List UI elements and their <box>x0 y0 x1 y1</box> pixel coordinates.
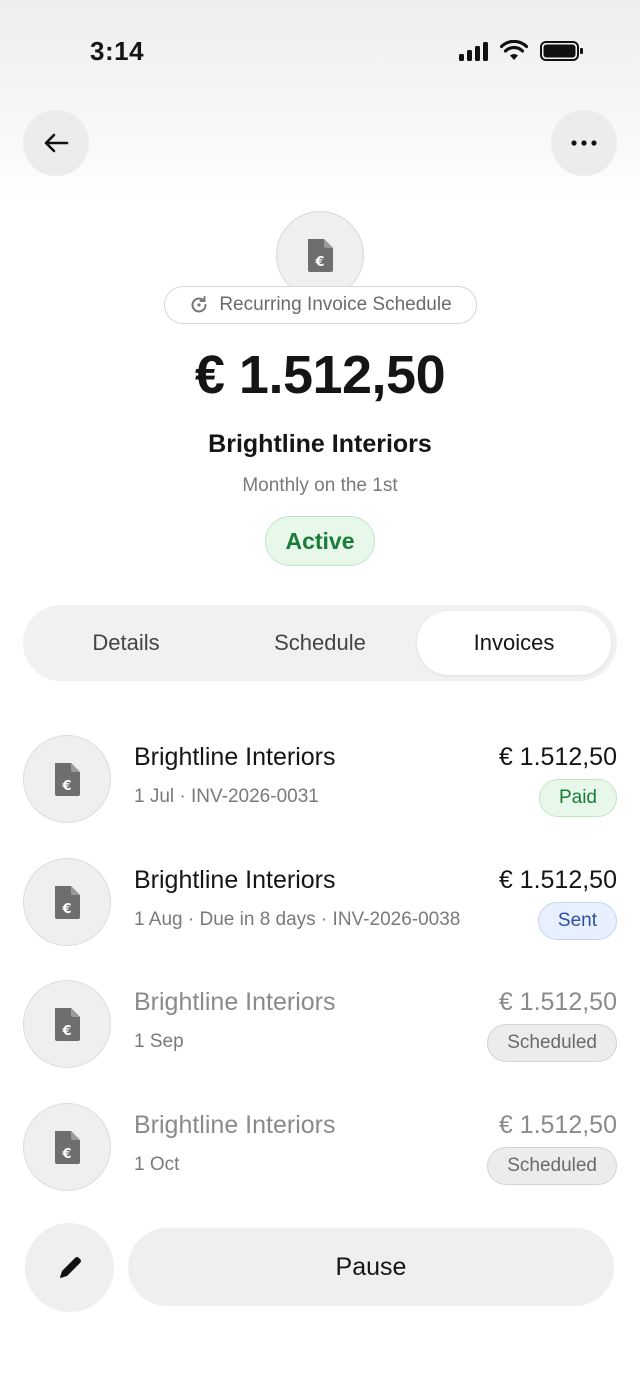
arrow-left-icon <box>44 133 69 153</box>
segmented-tabs: Details Schedule Invoices <box>23 605 617 681</box>
invoice-schedule-screen: 3:14 € Recurring Invoice Schedule € 1.51… <box>0 0 640 1391</box>
wifi-icon <box>500 40 528 60</box>
invoice-avatar: € <box>23 857 111 946</box>
schedule-amount: € 1.512,50 <box>194 345 446 405</box>
invoice-status-badge: Sent <box>537 901 617 940</box>
more-options-button[interactable] <box>551 110 617 176</box>
invoice-amount: € 1.512,50 <box>498 865 617 894</box>
invoice-client: Brightline Interiors <box>134 743 336 771</box>
schedule-type-label: Recurring Invoice Schedule <box>219 294 452 315</box>
document-euro-icon: € <box>55 1130 80 1164</box>
invoice-client: Brightline Interiors <box>134 865 336 894</box>
svg-text:€: € <box>61 902 71 917</box>
battery-icon <box>540 41 583 61</box>
pause-button[interactable]: Pause <box>128 1228 614 1306</box>
invoice-status-badge: Scheduled <box>487 1024 617 1062</box>
invoice-meta: 1 Oct <box>134 1153 180 1175</box>
invoice-avatar: € <box>23 735 111 823</box>
schedule-type-chip: Recurring Invoice Schedule <box>164 286 477 324</box>
invoice-avatar: € <box>23 1102 111 1191</box>
refresh-icon <box>191 296 207 313</box>
invoice-avatar: € <box>23 980 111 1068</box>
cellular-signal-icon <box>459 41 488 61</box>
back-button[interactable] <box>23 110 89 176</box>
invoice-meta: 1 Sep <box>134 1031 184 1052</box>
pencil-icon <box>59 1256 81 1278</box>
invoice-row[interactable]: € Brightline Interiors 1 Jul · INV-2026-… <box>0 735 640 858</box>
invoice-client: Brightline Interiors <box>134 988 336 1016</box>
invoice-list: € Brightline Interiors 1 Jul · INV-2026-… <box>0 735 640 1225</box>
invoice-amount: € 1.512,50 <box>498 988 617 1016</box>
invoice-client: Brightline Interiors <box>134 1110 336 1139</box>
tab-schedule[interactable]: Schedule <box>223 611 417 675</box>
invoice-meta: 1 Aug · Due in 8 days · INV-2026-0038 <box>134 908 461 930</box>
document-euro-icon: € <box>308 239 333 272</box>
document-euro-icon: € <box>55 763 80 796</box>
edit-button[interactable] <box>25 1223 114 1312</box>
invoice-amount: € 1.512,50 <box>498 743 617 771</box>
svg-text:€: € <box>61 779 71 794</box>
svg-text:€: € <box>61 1147 71 1162</box>
status-badge: Active <box>265 516 375 566</box>
svg-text:€: € <box>61 1024 71 1039</box>
tab-details[interactable]: Details <box>29 611 223 675</box>
status-time: 3:14 <box>90 36 145 66</box>
document-euro-icon: € <box>55 885 80 919</box>
invoice-meta: 1 Jul · INV-2026-0031 <box>134 786 319 807</box>
ellipsis-icon <box>571 140 597 146</box>
invoice-row[interactable]: € Brightline Interiors 1 Oct € 1.512,50 … <box>0 1102 640 1226</box>
client-name: Brightline Interiors <box>208 430 432 458</box>
tab-invoices[interactable]: Invoices <box>417 611 611 675</box>
invoice-amount: € 1.512,50 <box>498 1110 617 1139</box>
schedule-frequency: Monthly on the 1st <box>242 475 398 496</box>
document-euro-icon: € <box>55 1008 80 1041</box>
invoice-row[interactable]: € Brightline Interiors 1 Sep € 1.512,50 … <box>0 980 640 1103</box>
svg-text:€: € <box>314 255 324 270</box>
status-icons <box>459 40 584 62</box>
invoice-status-badge: Paid <box>538 779 617 817</box>
invoice-status-badge: Scheduled <box>487 1146 617 1185</box>
invoice-row[interactable]: € Brightline Interiors 1 Aug · Due in 8 … <box>0 857 640 981</box>
